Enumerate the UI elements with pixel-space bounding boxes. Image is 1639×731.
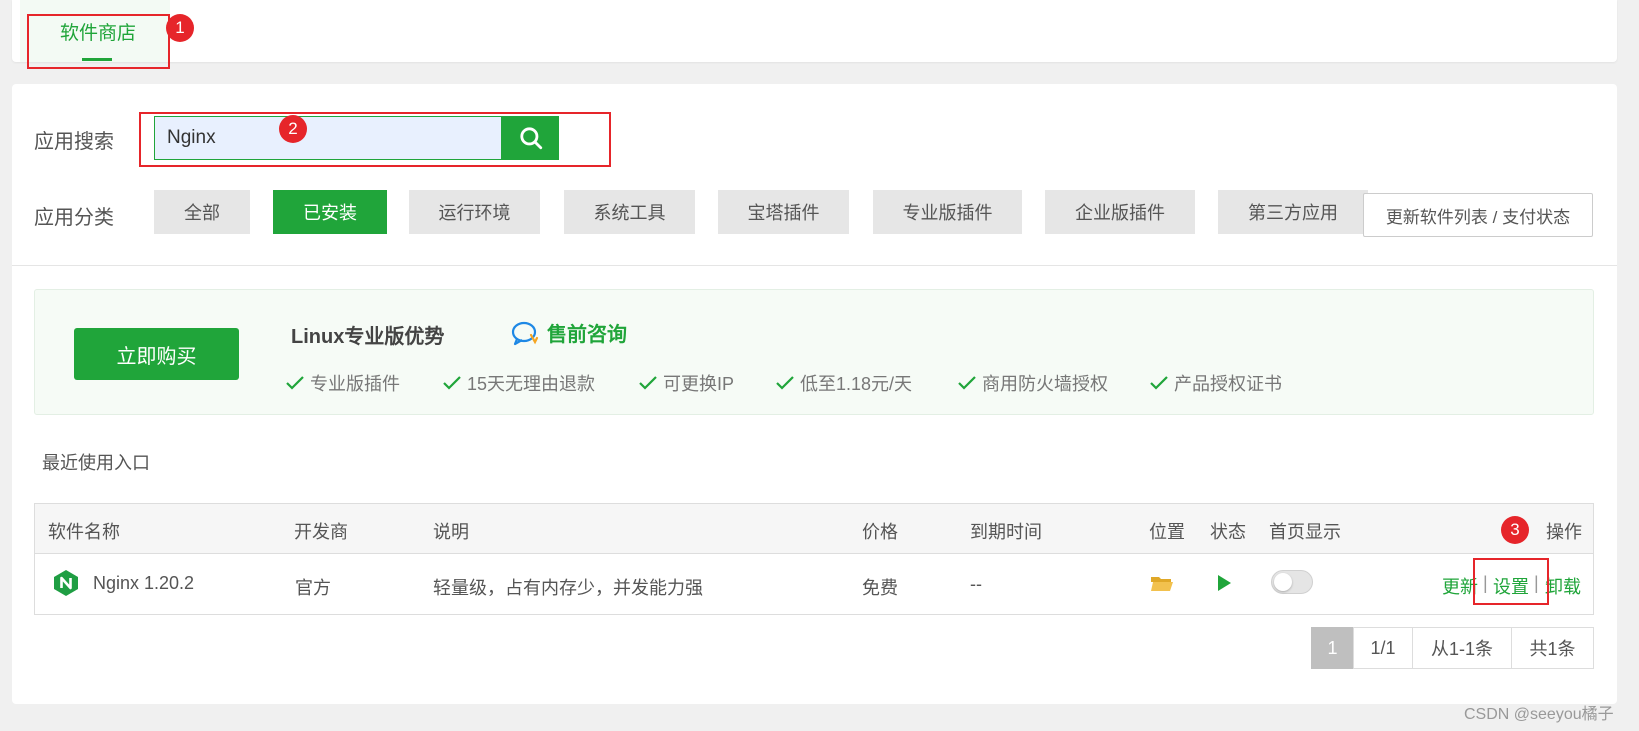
feature-label: 商用防火墙授权 [982, 374, 1108, 394]
header-status: 状态 [1210, 522, 1246, 542]
folder-icon[interactable] [1150, 574, 1174, 592]
header-description: 说明 [433, 522, 469, 542]
software-name: Nginx 1.20.2 [93, 573, 195, 593]
category-label: 应用分类 [34, 207, 114, 229]
refresh-software-list-button[interactable]: 更新软件列表 / 支付状态 [1363, 193, 1593, 237]
check-icon [958, 376, 976, 390]
feature-item: 专业版插件 [285, 370, 442, 396]
chat-bubble-icon [511, 321, 539, 345]
software-vendor: 官方 [295, 578, 331, 598]
header-location: 位置 [1149, 522, 1185, 542]
annotation-box-3 [1473, 558, 1549, 605]
uninstall-link[interactable]: 卸载 [1545, 573, 1581, 599]
annotation-box-2 [139, 112, 611, 167]
toggle-knob [1274, 573, 1292, 591]
pagination-total: 共1条 [1511, 627, 1594, 669]
header-vendor: 开发商 [294, 522, 348, 542]
buy-now-button[interactable]: 立即购买 [74, 328, 239, 380]
feature-item: 商用防火墙授权 [957, 370, 1149, 396]
annotation-number-1: 1 [166, 14, 194, 42]
header-homepage: 首页显示 [1269, 522, 1341, 542]
annotation-number-2: 2 [279, 115, 307, 143]
software-table: 软件名称 开发商 说明 价格 到期时间 位置 状态 首页显示 操作 Nginx … [34, 503, 1594, 615]
search-label: 应用搜索 [34, 131, 114, 153]
play-icon[interactable] [1216, 574, 1232, 592]
top-tab-bar: 软件商店 [12, 0, 1617, 62]
pagination-pages: 1/1 [1353, 627, 1413, 669]
feature-label: 低至1.18元/天 [800, 374, 913, 394]
watermark: CSDN @seeyou橘子 [1464, 706, 1614, 723]
software-expire: -- [970, 574, 982, 594]
category-installed[interactable]: 已安装 [273, 190, 387, 234]
category-runtime[interactable]: 运行环境 [409, 190, 540, 234]
category-enterprise-plugins[interactable]: 企业版插件 [1045, 190, 1195, 234]
promo-features: 专业版插件 15天无理由退款 可更换IP 低至1.18元/天 商用防火墙授权 产… [285, 370, 1299, 396]
check-icon [1150, 376, 1168, 390]
promo-title: Linux专业版优势 [291, 326, 445, 348]
annotation-number-3: 3 [1501, 516, 1529, 544]
presales-consult-link[interactable]: 售前咨询 [511, 318, 627, 347]
category-bt-plugins[interactable]: 宝塔插件 [718, 190, 849, 234]
check-icon [443, 376, 461, 390]
header-price: 价格 [862, 522, 898, 542]
feature-item: 可更换IP [638, 370, 775, 396]
presales-consult-label: 售前咨询 [547, 324, 627, 346]
header-actions: 操作 [1546, 522, 1582, 542]
feature-item: 15天无理由退款 [442, 370, 638, 396]
software-price: 免费 [862, 578, 898, 598]
header-expire: 到期时间 [970, 522, 1042, 542]
nginx-logo-icon [54, 570, 78, 596]
feature-item: 低至1.18元/天 [775, 370, 957, 396]
category-pro-plugins[interactable]: 专业版插件 [873, 190, 1022, 234]
check-icon [639, 376, 657, 390]
feature-label: 15天无理由退款 [467, 374, 596, 394]
check-icon [286, 376, 304, 390]
pagination-current-page[interactable]: 1 [1311, 627, 1354, 669]
category-system-tools[interactable]: 系统工具 [564, 190, 695, 234]
pagination-range: 从1-1条 [1412, 627, 1512, 669]
table-header [35, 504, 1593, 554]
feature-label: 专业版插件 [310, 374, 400, 394]
category-all[interactable]: 全部 [154, 190, 250, 234]
annotation-box-1 [27, 14, 170, 69]
check-icon [776, 376, 794, 390]
header-name: 软件名称 [48, 522, 120, 542]
software-description: 轻量级，占有内存少，并发能力强 [433, 578, 703, 598]
feature-label: 可更换IP [663, 374, 735, 394]
recent-entries-label: 最近使用入口 [42, 453, 150, 473]
homepage-display-toggle[interactable] [1271, 570, 1313, 594]
section-divider [12, 265, 1617, 266]
pro-promo-banner: 立即购买 Linux专业版优势 售前咨询 专业版插件 15天无理由退款 可更换I… [34, 289, 1594, 415]
feature-item: 产品授权证书 [1149, 370, 1299, 396]
category-third-party[interactable]: 第三方应用 [1218, 190, 1368, 234]
feature-label: 产品授权证书 [1174, 374, 1282, 394]
